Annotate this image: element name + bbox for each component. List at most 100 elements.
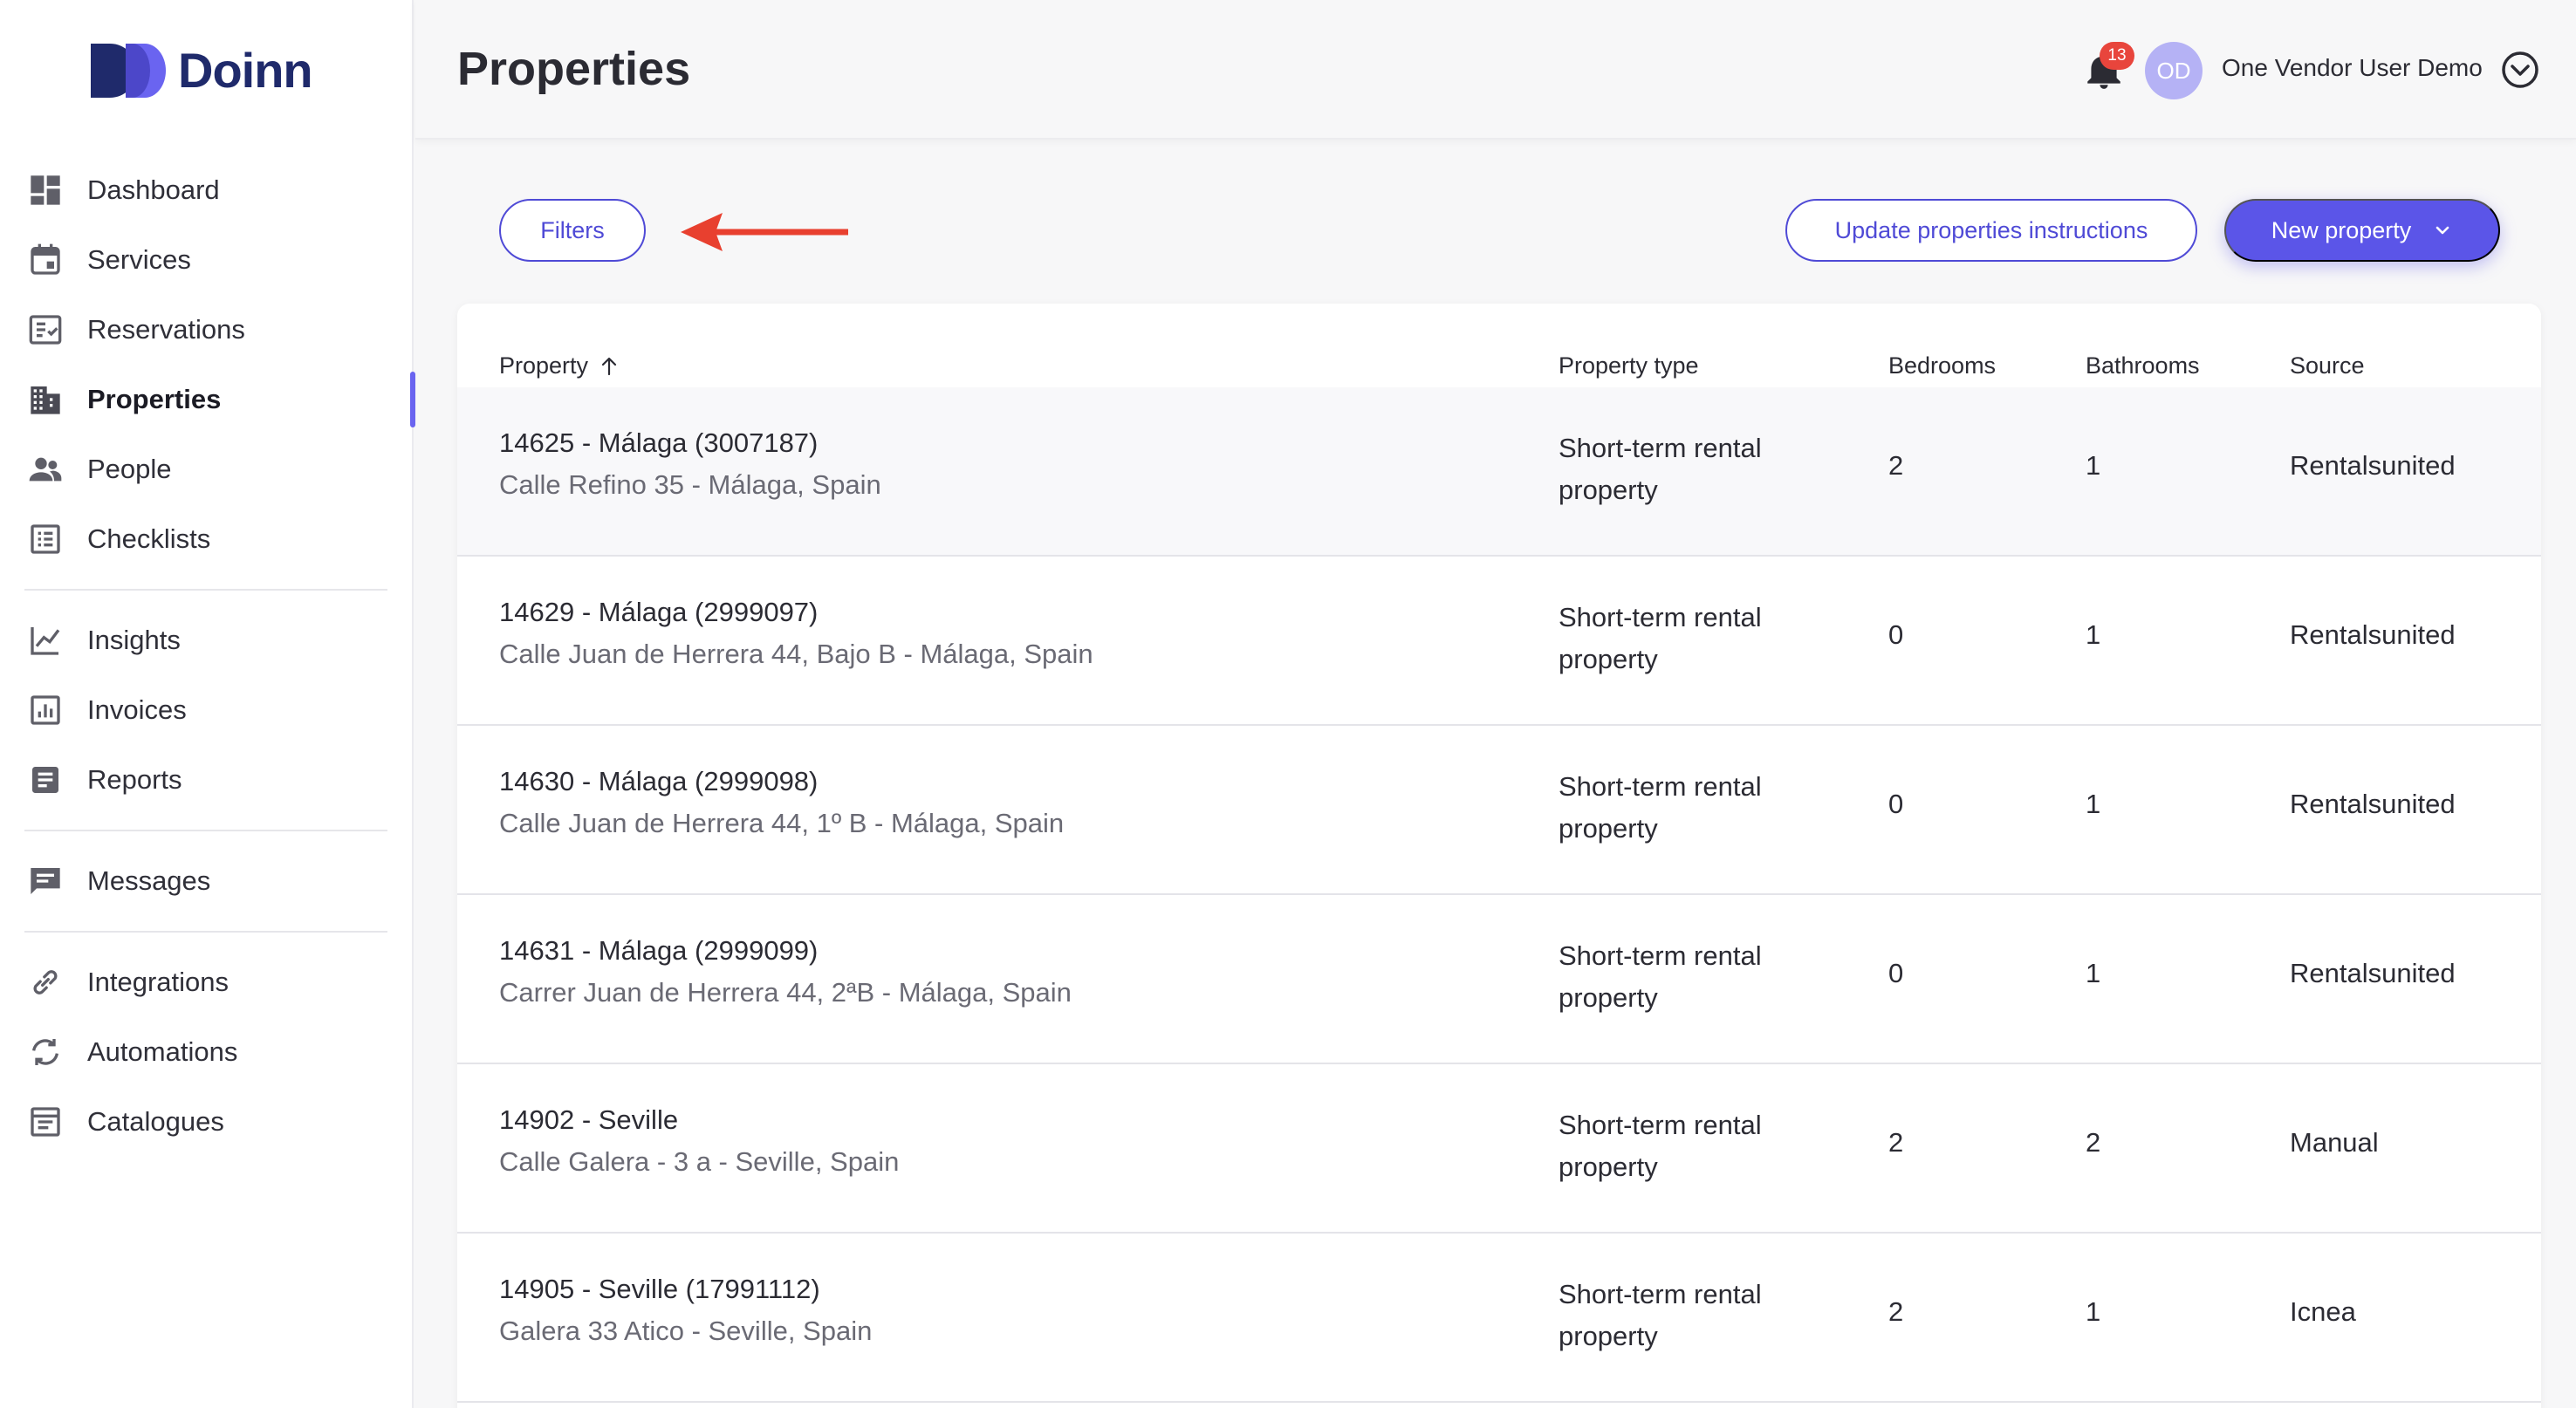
- catalogue-icon: [28, 1104, 63, 1139]
- nav-divider: [24, 931, 387, 933]
- bathrooms-count: 1: [2086, 450, 2101, 481]
- table-row[interactable]: 14625 - Málaga (3007187) Calle Refino 35 …: [457, 387, 2541, 557]
- property-type: Short-term rental property: [1559, 597, 1820, 680]
- property-address: Galera 33 Atico - Seville, Spain: [499, 1316, 873, 1346]
- column-header-property-type[interactable]: Property type: [1559, 352, 1699, 379]
- sidebar-item-reservations[interactable]: Reservations: [0, 295, 414, 365]
- property-address: Calle Refino 35 - Málaga, Spain: [499, 469, 881, 500]
- sidebar-item-label: Messages: [87, 865, 211, 896]
- top-header: Properties 13 OD One Vendor User Demo: [415, 0, 2576, 140]
- sidebar-item-label: Properties: [87, 384, 222, 414]
- dashboard-icon: [28, 173, 63, 208]
- user-name[interactable]: One Vendor User Demo: [2222, 54, 2483, 82]
- property-type: Short-term rental property: [1559, 766, 1820, 850]
- sidebar-item-checklists[interactable]: Checklists: [0, 504, 414, 574]
- property-type-line: Short-term rental: [1559, 940, 1762, 971]
- table-row[interactable]: 14630 - Málaga (2999098) Calle Juan de He…: [457, 726, 2541, 895]
- property-type-line: property: [1559, 1321, 1658, 1351]
- sidebar-item-properties[interactable]: Properties: [0, 365, 415, 434]
- sidebar-item-label: Insights: [87, 625, 181, 655]
- sidebar-item-dashboard[interactable]: Dashboard: [0, 155, 414, 225]
- table-row[interactable]: 14631 - Málaga (2999099) Carrer Juan de H…: [457, 895, 2541, 1064]
- bedrooms-count: 2: [1888, 450, 1904, 481]
- sidebar-item-insights[interactable]: Insights: [0, 605, 414, 675]
- property-name: 14902 - Seville: [499, 1104, 679, 1135]
- sidebar-item-label: Reports: [87, 764, 182, 795]
- notification-badge: 13: [2100, 42, 2134, 70]
- bathrooms-count: 1: [2086, 1296, 2101, 1327]
- chevron-down-circle-icon[interactable]: [2499, 49, 2541, 91]
- list-icon: [28, 522, 63, 557]
- property-source: Rentalsunited: [2290, 958, 2456, 988]
- property-source: Manual: [2290, 1127, 2379, 1158]
- line-chart-icon: [28, 623, 63, 658]
- sync-icon: [28, 1035, 63, 1070]
- sidebar-item-label: Checklists: [87, 523, 211, 554]
- sidebar-item-label: Automations: [87, 1036, 238, 1067]
- table-row[interactable]: 14905 - Seville (17991112) Galera 33 Atic…: [457, 1234, 2541, 1403]
- property-type: Short-term rental property: [1559, 427, 1820, 511]
- table-row[interactable]: 14629 - Málaga (2999097) Calle Juan de He…: [457, 557, 2541, 726]
- sidebar-item-label: People: [87, 454, 172, 484]
- sidebar-item-automations[interactable]: Automations: [0, 1017, 414, 1087]
- property-name: 14625 - Málaga (3007187): [499, 427, 819, 458]
- link-icon: [28, 965, 63, 1000]
- column-header-bedrooms[interactable]: Bedrooms: [1888, 352, 1996, 379]
- sidebar-item-services[interactable]: Services: [0, 225, 414, 295]
- avatar[interactable]: OD: [2145, 42, 2203, 99]
- calendar-icon: [28, 243, 63, 277]
- column-header-property[interactable]: Property: [499, 352, 620, 379]
- property-name: 14630 - Málaga (2999098): [499, 766, 819, 796]
- brand-logo[interactable]: Doinn: [91, 42, 313, 99]
- column-header-bathrooms[interactable]: Bathrooms: [2086, 352, 2200, 379]
- document-icon: [28, 762, 63, 797]
- property-type-line: property: [1559, 475, 1658, 505]
- property-name: 14905 - Seville (17991112): [499, 1274, 820, 1304]
- property-source: Rentalsunited: [2290, 450, 2456, 481]
- properties-table: Property Property type Bedrooms Bathroom…: [457, 304, 2541, 1408]
- property-address: Calle Juan de Herrera 44, 1º B - Málaga,…: [499, 808, 1065, 838]
- sidebar-item-invoices[interactable]: Invoices: [0, 675, 414, 745]
- property-type-line: property: [1559, 1152, 1658, 1182]
- sidebar-item-people[interactable]: People: [0, 434, 414, 504]
- column-header-source[interactable]: Source: [2290, 352, 2365, 379]
- page-title: Properties: [457, 43, 691, 95]
- people-icon: [28, 452, 63, 487]
- sidebar: Doinn Dashboard Services Reservations Prope…: [0, 0, 415, 1408]
- brand-name: Doinn: [178, 43, 313, 98]
- property-source: Icnea: [2290, 1296, 2356, 1327]
- buildings-icon: [28, 382, 63, 417]
- property-type-line: property: [1559, 982, 1658, 1013]
- property-source: Rentalsunited: [2290, 619, 2456, 650]
- sort-ascending-icon: [601, 357, 617, 375]
- property-type-line: Short-term rental: [1559, 771, 1762, 802]
- property-type-line: property: [1559, 813, 1658, 844]
- table-row[interactable]: 14902 - Seville Calle Galera - 3 a - Sevi…: [457, 1064, 2541, 1234]
- sidebar-item-messages[interactable]: Messages: [0, 846, 414, 916]
- property-type: Short-term rental property: [1559, 1274, 1820, 1357]
- annotation-arrow-icon: [681, 213, 848, 251]
- sidebar-item-label: Invoices: [87, 694, 187, 725]
- property-type-line: property: [1559, 644, 1658, 674]
- new-property-label: New property: [2271, 216, 2412, 243]
- nav-divider: [24, 830, 387, 831]
- filters-button[interactable]: Filters: [499, 199, 646, 262]
- bedrooms-count: 0: [1888, 789, 1904, 819]
- new-property-button[interactable]: New property: [2224, 199, 2500, 262]
- bathrooms-count: 1: [2086, 619, 2101, 650]
- property-type-line: Short-term rental: [1559, 602, 1762, 632]
- property-name: 14631 - Málaga (2999099): [499, 935, 819, 966]
- bathrooms-count: 1: [2086, 958, 2101, 988]
- property-address: Calle Juan de Herrera 44, Bajo B - Málag…: [499, 639, 1093, 669]
- update-properties-instructions-button[interactable]: Update properties instructions: [1785, 199, 2197, 262]
- property-type: Short-term rental property: [1559, 935, 1820, 1019]
- sidebar-item-integrations[interactable]: Integrations: [0, 947, 414, 1017]
- sidebar-item-catalogues[interactable]: Catalogues: [0, 1087, 414, 1157]
- property-type: Short-term rental property: [1559, 1104, 1820, 1188]
- table-header: Property Property type Bedrooms Bathroom…: [457, 304, 2541, 387]
- sidebar-item-reports[interactable]: Reports: [0, 745, 414, 815]
- sidebar-item-label: Reservations: [87, 314, 245, 345]
- checklist-box-icon: [28, 312, 63, 347]
- property-address: Carrer Juan de Herrera 44, 2ªB - Málaga,…: [499, 977, 1072, 1008]
- chevron-down-icon: [2436, 226, 2449, 235]
